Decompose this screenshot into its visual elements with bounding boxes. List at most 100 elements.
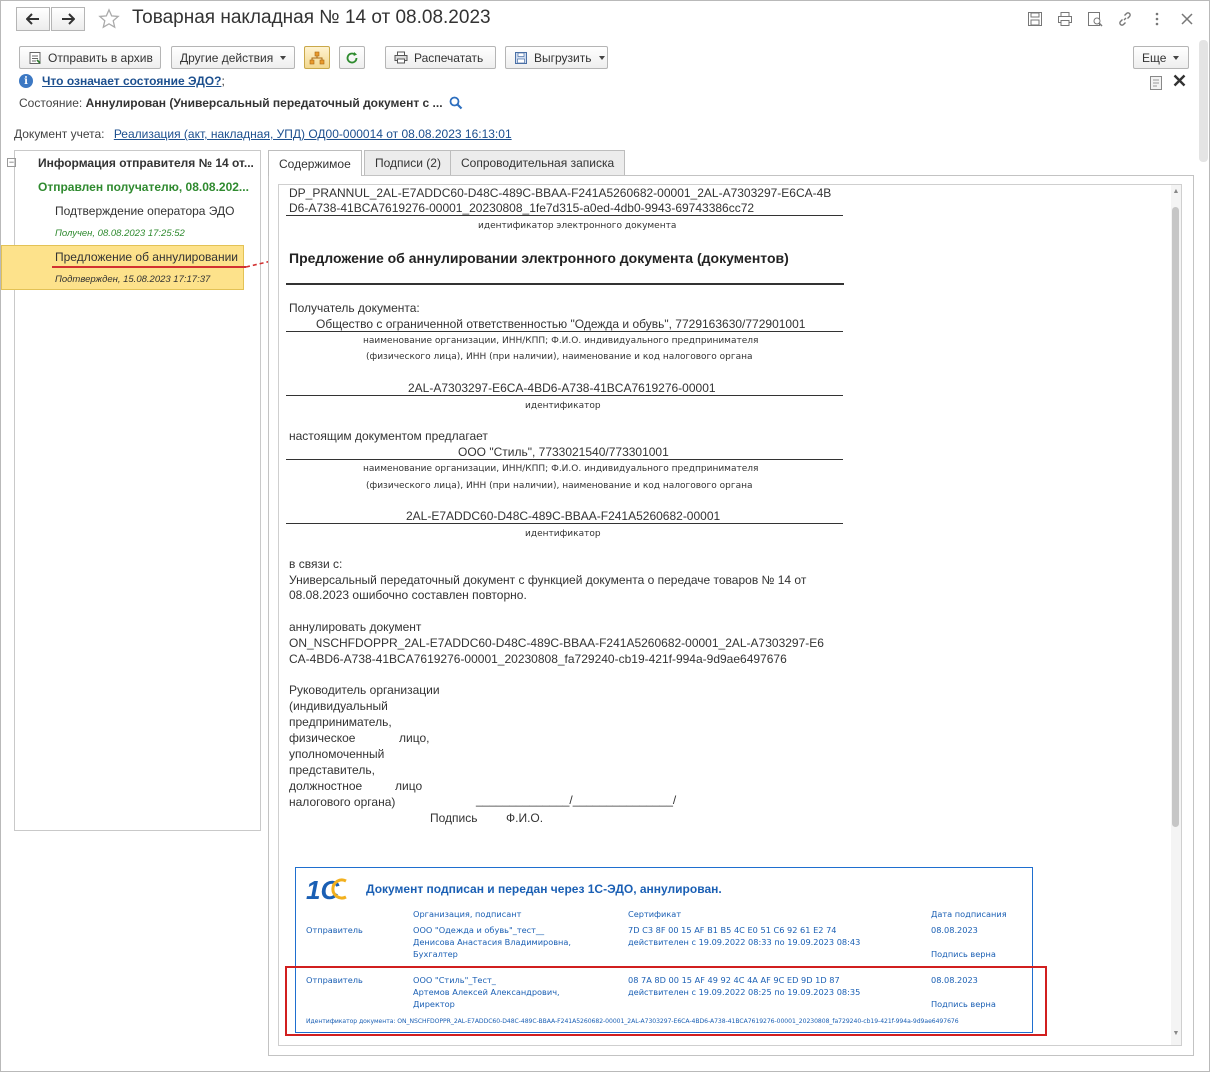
chevron-down-icon: [598, 55, 605, 60]
preview-icon[interactable]: [1086, 10, 1104, 28]
stamp-header: Документ подписан и передан через 1С-ЭДО…: [366, 882, 722, 896]
org-caption-1b: наименование организации, ИНН/КПП; Ф.И.О…: [363, 464, 759, 474]
print-icon[interactable]: [1056, 10, 1074, 28]
reason-label: в связи с:: [289, 557, 343, 571]
tree-item-sent[interactable]: Отправлен получателю, 08.08.202...: [38, 180, 258, 194]
state-row: Состояние: Аннулирован (Универсальный пе…: [19, 96, 443, 110]
other-actions-button[interactable]: Другие действия: [171, 46, 295, 69]
collapse-toggle[interactable]: −: [7, 158, 16, 167]
print-button[interactable]: Распечатать: [385, 46, 496, 69]
head-line-3: предприниматель,: [289, 715, 392, 729]
stamp-row1-org: ООО "Одежда и обувь"_тест__: [413, 925, 545, 935]
info-icon: i: [19, 74, 33, 88]
svg-text:1С: 1С: [306, 875, 340, 903]
stamp-col-date: Дата подписания: [931, 909, 1007, 919]
outer-scrollbar[interactable]: [1199, 40, 1208, 162]
stamp-col-org: Организация, подписант: [413, 909, 522, 919]
close-x-icon[interactable]: [1173, 74, 1186, 90]
refresh-button[interactable]: [339, 46, 365, 69]
title-bar: Товарная накладная № 14 от 08.08.2023: [0, 0, 1208, 38]
more-actions-button[interactable]: Еще: [1133, 46, 1189, 69]
scroll-thumb[interactable]: [1172, 207, 1179, 827]
annotation-underline: [52, 266, 246, 268]
sender-name: ООО "Стиль", 7733021540/773301001: [458, 445, 669, 459]
scroll-down-icon[interactable]: ▼: [1172, 1030, 1180, 1040]
cancel-id-line-2: CA-4BD6-A738-41BCA7619276-00001_20230808…: [289, 652, 787, 666]
head-line-7a: должностное: [289, 779, 363, 793]
id-caption-b: идентификатор: [525, 529, 601, 539]
tree-item-root[interactable]: Информация отправителя № 14 от...: [38, 156, 258, 170]
forward-button[interactable]: [51, 7, 85, 31]
doc-id-line2: D6-A738-41BCA7619276-00001_20230808_1fe7…: [289, 201, 755, 215]
1c-logo: 1С: [306, 875, 354, 905]
chevron-down-icon: [1173, 55, 1180, 60]
fio-label: Ф.И.О.: [506, 811, 544, 825]
doc-id-line1: DP_PRANNUL_2AL-E7ADDC60-D48C-489C-BBAA-F…: [289, 186, 832, 200]
head-line-6: представитель,: [289, 763, 375, 777]
state-label: Состояние:: [19, 96, 83, 110]
divider: [286, 395, 843, 396]
link-icon[interactable]: [1116, 10, 1134, 28]
head-line-8: налогового органа): [289, 795, 396, 809]
stamp-row1-valid: действителен с 19.09.2022 08:33 по 19.09…: [628, 937, 861, 947]
star-icon[interactable]: [98, 8, 120, 30]
search-icon[interactable]: [449, 96, 463, 113]
stamp-row1-role: Отправитель: [306, 925, 363, 935]
state-value: Аннулирован (Универсальный передаточный …: [85, 96, 443, 110]
accounting-doc-link[interactable]: Реализация (акт, накладная, УПД) ОД00-00…: [114, 127, 512, 141]
stamp-row1-ok: Подпись верна: [931, 949, 996, 959]
stamp-row1-cert: 7D C3 8F 00 15 AF B1 B5 4C E0 51 C6 92 6…: [628, 925, 837, 935]
stamp-row1-position: Бухгалтер: [413, 949, 458, 959]
structure-button[interactable]: [304, 46, 330, 69]
archive-button[interactable]: Отправить в архив: [19, 46, 161, 69]
stamp-row1-person: Денисова Анастасия Владимировна,: [413, 937, 572, 947]
note-icon[interactable]: [1149, 75, 1163, 94]
export-button[interactable]: Выгрузить: [505, 46, 608, 69]
edo-state-help-link[interactable]: Что означает состояние ЭДО?: [42, 74, 221, 88]
export-label: Выгрузить: [534, 50, 592, 65]
recipient-name: Общество с ограниченной ответственностью…: [316, 317, 806, 331]
recipient-id: 2AL-A7303297-E6CA-4BD6-A738-41BCA7619276…: [408, 381, 716, 395]
head-line-1: Руководитель организации: [289, 683, 440, 697]
tab-note[interactable]: Сопроводительная записка: [450, 150, 626, 175]
cancel-label: аннулировать документ: [289, 620, 422, 634]
divider: [286, 459, 843, 460]
window-title: Товарная накладная № 14 от 08.08.2023: [132, 7, 491, 28]
accounting-doc-row: Документ учета: Реализация (акт, накладн…: [14, 127, 512, 141]
tab-signatures[interactable]: Подписи (2): [364, 150, 452, 175]
scroll-up-icon[interactable]: ▲: [1172, 188, 1180, 198]
sender-id: 2AL-E7ADDC60-D48C-489C-BBAA-F241A5260682…: [406, 509, 721, 523]
forward-arrow-icon: [62, 13, 75, 25]
divider: [286, 523, 843, 524]
head-line-4b: лицо,: [399, 731, 430, 745]
org-caption-2: (физического лица), ИНН (при наличии), н…: [366, 352, 753, 362]
stamp-row1-date: 08.08.2023: [931, 925, 978, 935]
head-line-7b: лицо: [395, 779, 423, 793]
head-line-4a: физическое: [289, 731, 356, 745]
recipient-label: Получатель документа:: [289, 301, 420, 315]
org-caption-1: наименование организации, ИНН/КПП; Ф.И.О…: [363, 336, 759, 346]
structure-icon: [309, 51, 325, 64]
back-button[interactable]: [16, 7, 50, 31]
archive-icon: [28, 51, 42, 65]
cancel-id-line-1: ON_NSCHFDOPPR_2AL-E7ADDC60-D48C-489C-BBA…: [289, 636, 824, 650]
sign-blank: ______________/_______________/: [476, 793, 677, 807]
more-label: Еще: [1142, 50, 1167, 65]
more-icon[interactable]: [1148, 10, 1166, 28]
export-icon: [514, 51, 528, 65]
tab-content[interactable]: Содержимое: [268, 150, 362, 176]
propose-label: настоящим документом предлагает: [289, 429, 488, 443]
id-caption: идентификатор: [525, 401, 601, 411]
reason-line-1: Универсальный передаточный документ с фу…: [289, 573, 807, 587]
highlight-box: [285, 966, 1047, 1036]
back-arrow-icon: [26, 13, 39, 25]
print-label: Распечатать: [414, 50, 484, 65]
printer-icon: [394, 51, 408, 64]
tree-item-operator-status: Получен, 08.08.2023 17:25:52: [55, 228, 185, 239]
doc-id-caption: идентификатор электронного документа: [478, 221, 677, 231]
tree-item-operator[interactable]: Подтверждение оператора ЭДО: [55, 204, 255, 218]
tree-item-cancel[interactable]: Предложение об аннулировании: [55, 250, 255, 264]
save-icon[interactable]: [1026, 10, 1044, 28]
doc-heading: Предложение об аннулировании электронног…: [289, 250, 789, 266]
close-icon[interactable]: [1178, 10, 1196, 28]
